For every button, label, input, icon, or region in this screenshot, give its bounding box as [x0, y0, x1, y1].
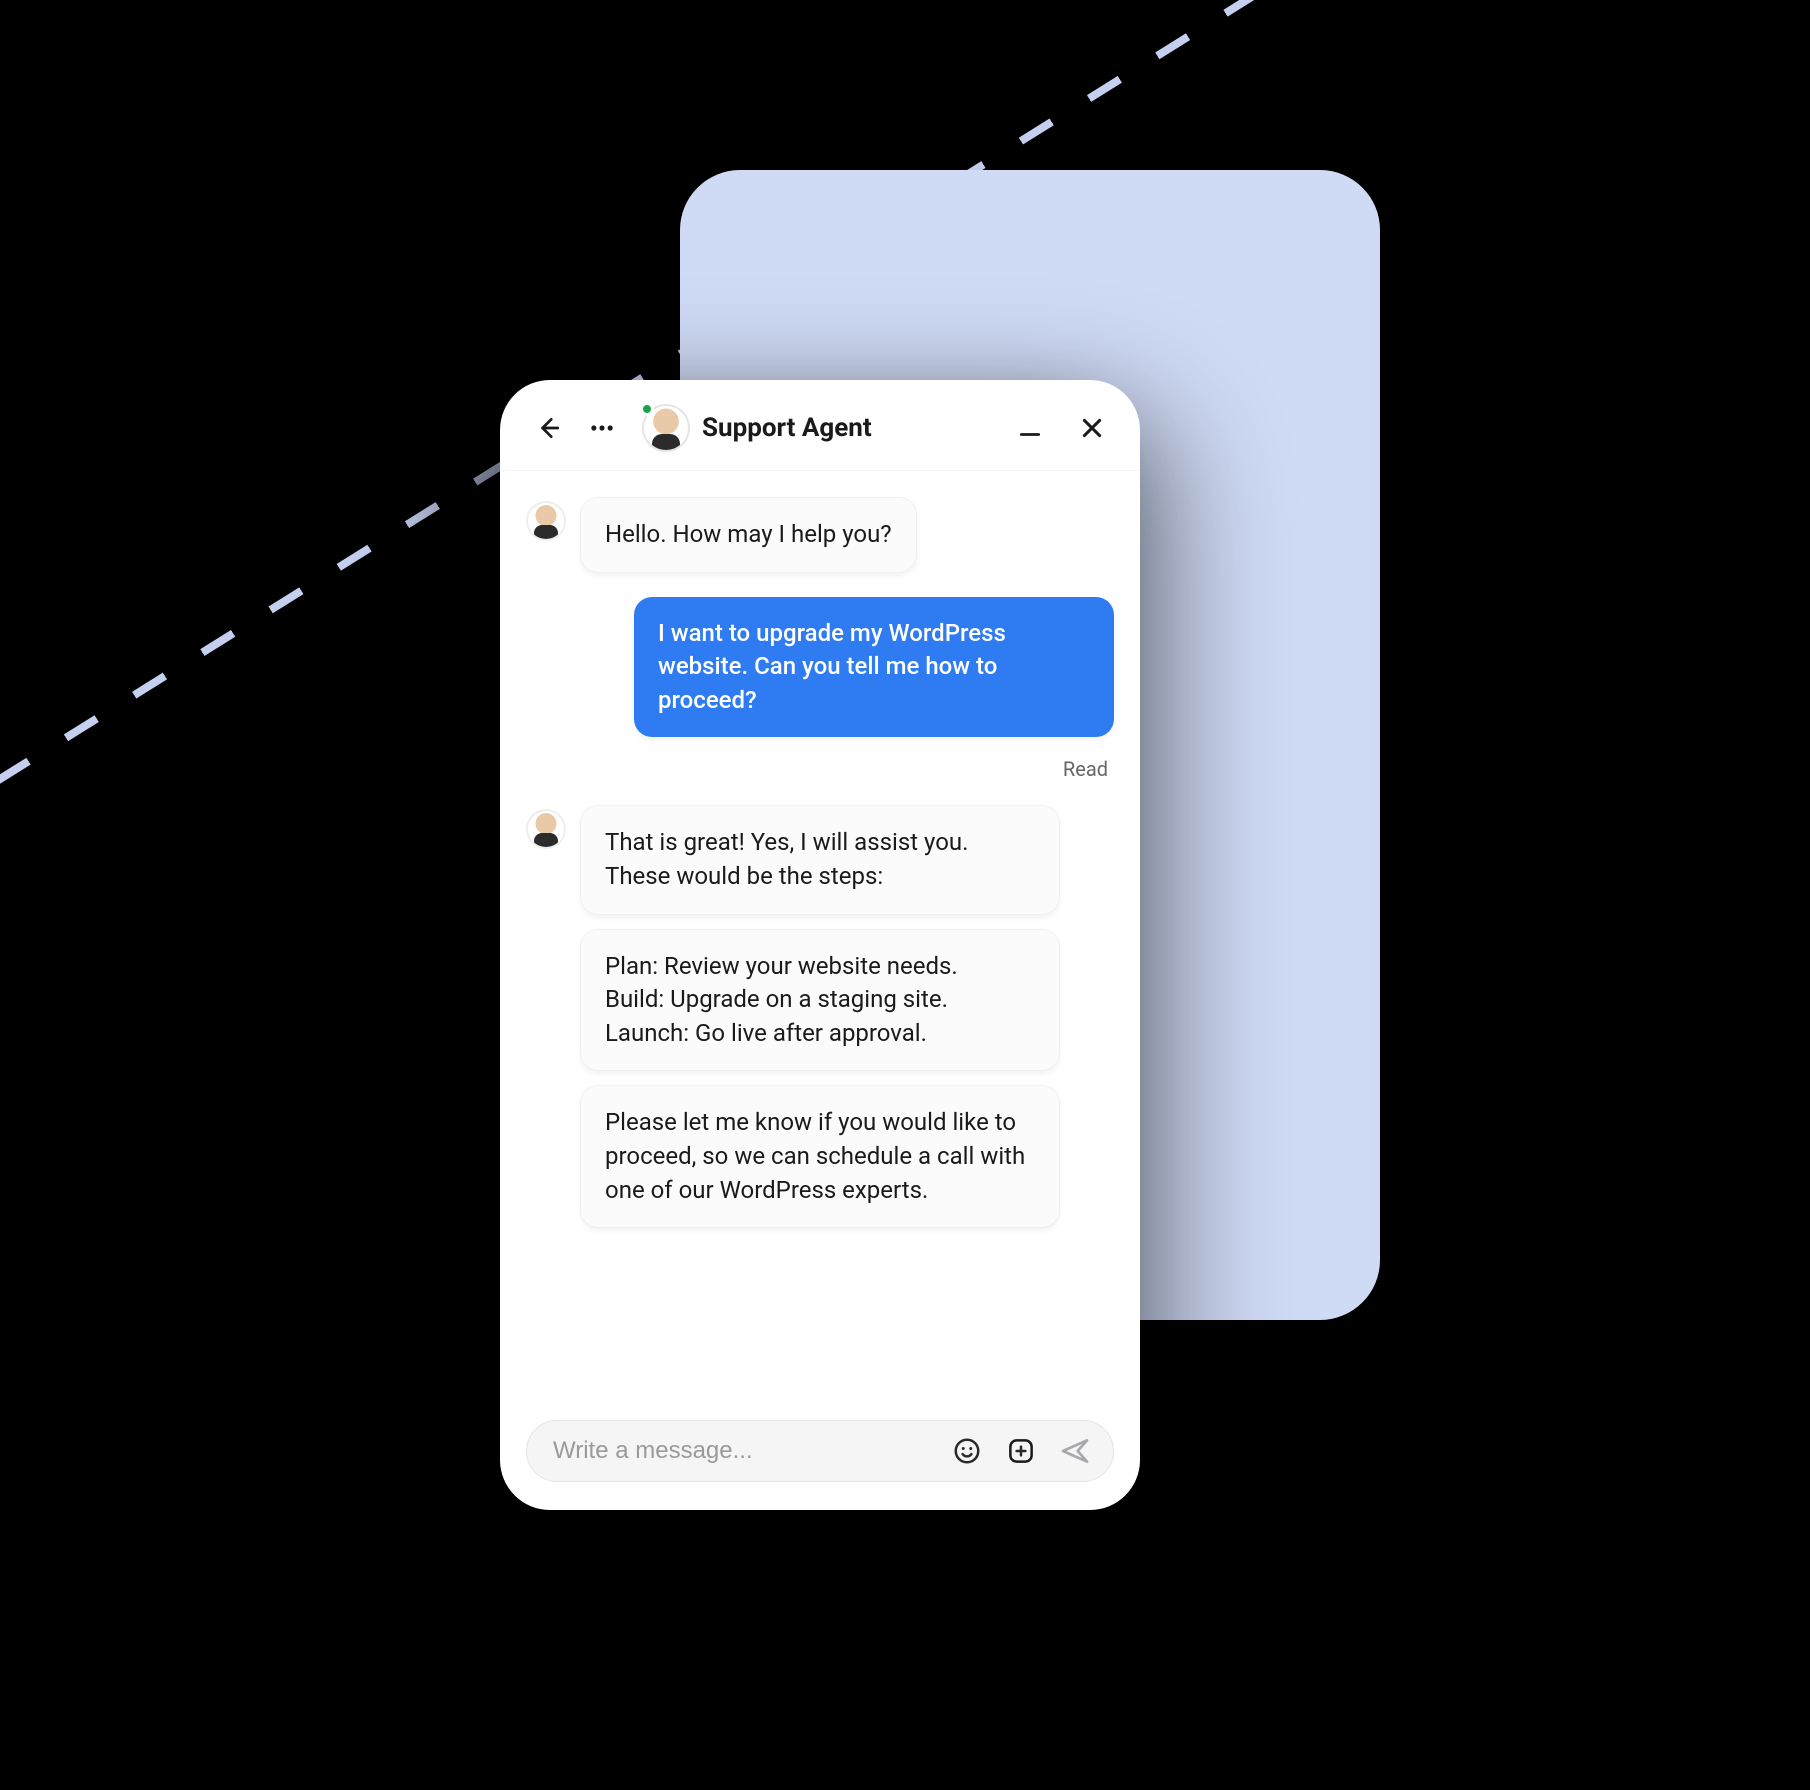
emoji-icon — [952, 1436, 982, 1466]
chat-title: Support Agent — [702, 413, 872, 443]
agent-message: Plan: Review your website needs. Build: … — [580, 929, 1060, 1072]
back-button[interactable] — [528, 408, 568, 448]
chat-widget: Support Agent Hello. How may I help you?… — [500, 380, 1140, 1510]
add-attachment-button[interactable] — [1001, 1431, 1041, 1471]
chat-title-group: Support Agent — [642, 404, 872, 452]
send-icon — [1059, 1435, 1091, 1467]
status-online-dot — [640, 402, 654, 416]
message-row: That is great! Yes, I will assist you. T… — [526, 805, 1114, 1228]
message-row: Hello. How may I help you? — [526, 497, 1114, 573]
agent-avatar — [526, 809, 566, 849]
chat-input-bar — [500, 1402, 1140, 1510]
agent-message: Hello. How may I help you? — [580, 497, 917, 573]
minimize-button[interactable] — [1010, 408, 1050, 448]
chat-messages[interactable]: Hello. How may I help you? I want to upg… — [500, 471, 1140, 1402]
message-row: I want to upgrade my WordPress website. … — [526, 597, 1114, 782]
chat-header: Support Agent — [500, 380, 1140, 471]
agent-message: That is great! Yes, I will assist you. T… — [580, 805, 1060, 914]
send-button[interactable] — [1055, 1431, 1095, 1471]
plus-box-icon — [1006, 1436, 1036, 1466]
agent-avatar — [526, 501, 566, 541]
read-status: Read — [1063, 757, 1114, 781]
more-options-button[interactable] — [582, 408, 622, 448]
message-input[interactable] — [553, 1437, 933, 1465]
close-icon — [1079, 415, 1105, 441]
emoji-button[interactable] — [947, 1431, 987, 1471]
agent-message: Please let me know if you would like to … — [580, 1085, 1060, 1228]
more-options-icon — [588, 414, 616, 442]
user-message: I want to upgrade my WordPress website. … — [634, 597, 1114, 738]
minimize-icon — [1017, 415, 1043, 441]
input-pill — [526, 1420, 1114, 1482]
back-arrow-icon — [535, 415, 561, 441]
close-button[interactable] — [1072, 408, 1112, 448]
